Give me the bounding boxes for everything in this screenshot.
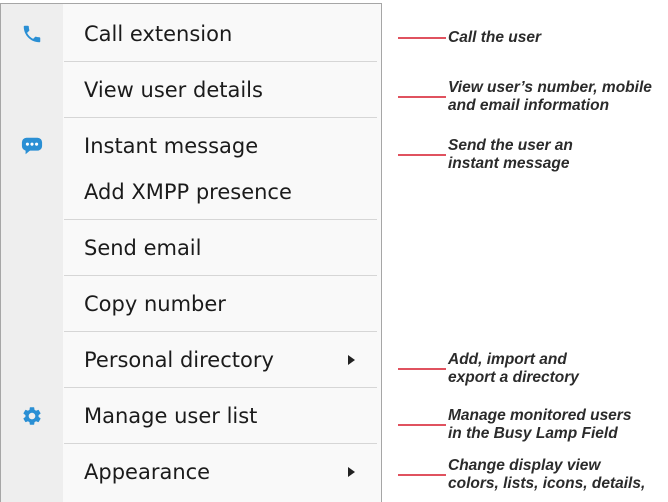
menu-item-view-user-details[interactable]: View user details: [1, 67, 381, 113]
annotation-leader-line: [398, 368, 446, 370]
annotation-leader-line: [398, 474, 446, 476]
menu-item-personal-directory[interactable]: Personal directory: [1, 337, 381, 383]
chat-bubble-icon: [21, 135, 43, 157]
annotation-text-line: in the Busy Lamp Field: [448, 425, 618, 442]
menu-item-manage-user-list[interactable]: Manage user list: [1, 393, 381, 439]
annotation-text-line: View user’s number, mobile: [448, 79, 652, 96]
annotation-view-user-details: View user’s number, mobile and email inf…: [398, 79, 652, 115]
menu-item-list: Call extension View user details Instant…: [1, 4, 381, 495]
annotation-personal-directory: Add, import and export a directory: [398, 351, 579, 387]
annotation-text: View user’s number, mobile and email inf…: [448, 79, 652, 115]
menu-item-label: Add XMPP presence: [84, 180, 292, 204]
annotation-leader-line: [398, 37, 446, 39]
menu-item-label: Call extension: [84, 22, 233, 46]
menu-item-label: Personal directory: [84, 348, 274, 372]
annotation-text: Manage monitored users in the Busy Lamp …: [448, 407, 631, 443]
menu-item-call-extension[interactable]: Call extension: [1, 11, 381, 57]
annotation-text-line: instant message: [448, 155, 570, 172]
annotation-text: Send the user an instant message: [448, 137, 573, 173]
annotation-text: Change display view colors, lists, icons…: [448, 457, 645, 493]
annotation-text-line: and email information: [448, 97, 610, 114]
menu-item-label: Manage user list: [84, 404, 258, 428]
annotation-appearance: Change display view colors, lists, icons…: [398, 457, 645, 493]
annotation-call-the-user: Call the user: [398, 29, 541, 47]
menu-separator: [1, 271, 381, 281]
menu-item-instant-message[interactable]: Instant message: [1, 123, 381, 169]
annotation-text-line: Add, import and: [448, 351, 567, 368]
menu-item-label: Send email: [84, 236, 202, 260]
annotation-leader-line: [398, 424, 446, 426]
annotation-text-line: export a directory: [448, 369, 579, 386]
annotation-leader-line: [398, 154, 446, 156]
menu-item-add-xmpp-presence[interactable]: Add XMPP presence: [1, 169, 381, 215]
menu-item-copy-number[interactable]: Copy number: [1, 281, 381, 327]
menu-item-send-email[interactable]: Send email: [1, 225, 381, 271]
annotation-text: Call the user: [448, 29, 541, 47]
annotation-leader-line: [398, 96, 446, 98]
annotation-text: Add, import and export a directory: [448, 351, 579, 387]
annotation-instant-message: Send the user an instant message: [398, 137, 573, 173]
menu-item-label: View user details: [84, 78, 263, 102]
menu-item-appearance[interactable]: Appearance: [1, 449, 381, 495]
menu-separator: [1, 383, 381, 393]
annotation-text-line: Send the user an: [448, 137, 573, 154]
menu-separator: [1, 327, 381, 337]
phone-icon: [21, 23, 43, 45]
submenu-arrow-icon: [348, 467, 355, 477]
menu-item-label: Appearance: [84, 460, 211, 484]
annotation-manage-user-list: Manage monitored users in the Busy Lamp …: [398, 407, 631, 443]
gear-icon: [21, 405, 43, 427]
menu-separator: [1, 215, 381, 225]
menu-separator: [1, 113, 381, 123]
menu-item-label: Instant message: [84, 134, 259, 158]
annotation-text-line: Call the user: [448, 29, 542, 46]
menu-separator: [1, 439, 381, 449]
annotation-text-line: Manage monitored users: [448, 407, 632, 424]
submenu-arrow-icon: [348, 355, 355, 365]
menu-separator: [1, 57, 381, 67]
context-menu: Call extension View user details Instant…: [0, 3, 382, 502]
menu-item-label: Copy number: [84, 292, 226, 316]
annotation-text-line: Change display view: [448, 457, 601, 474]
annotation-text-line: colors, lists, icons, details,: [448, 475, 646, 492]
